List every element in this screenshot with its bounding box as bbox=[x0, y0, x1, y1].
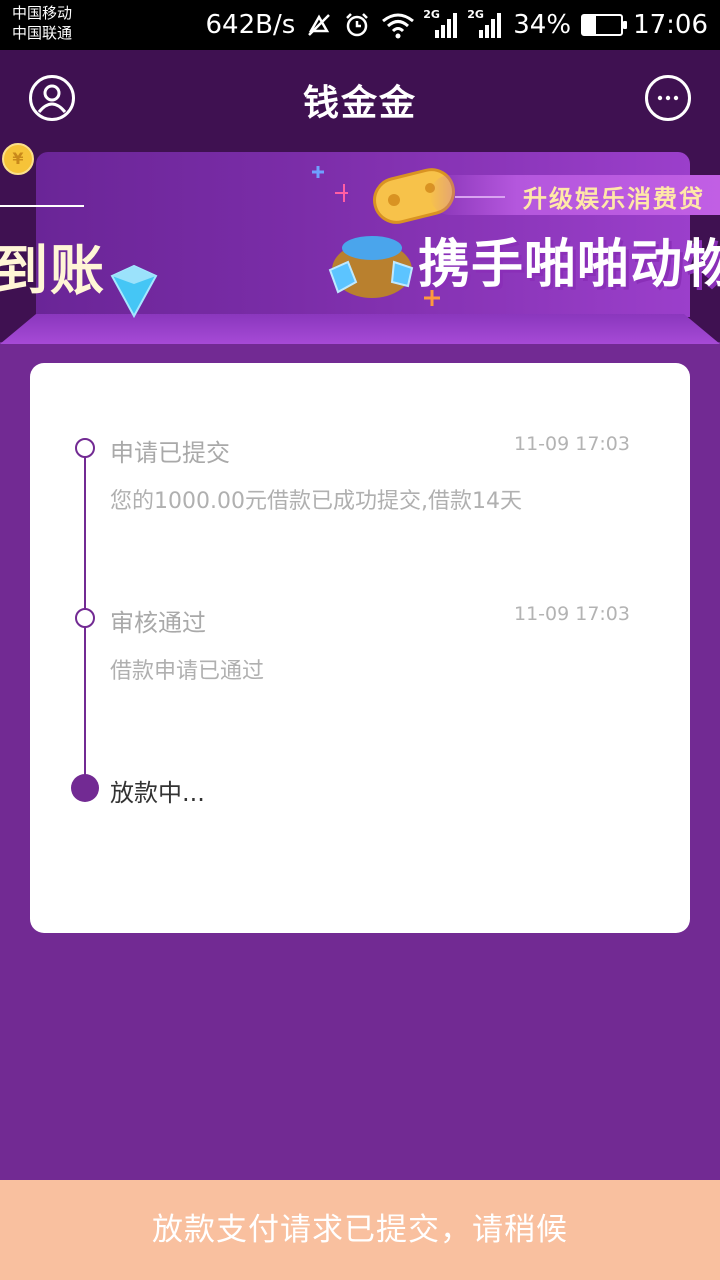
app-header: 钱金金 bbox=[0, 50, 720, 146]
vibrate-off-icon bbox=[305, 11, 333, 39]
carrier-names: 中国移动 中国联通 bbox=[12, 3, 72, 43]
step-desc-approved: 借款申请已通过 bbox=[110, 659, 265, 684]
coin-icon: ¥ bbox=[2, 143, 34, 175]
timeline-node-approved bbox=[75, 608, 95, 628]
banner-left-text: 到账 bbox=[0, 239, 106, 302]
banner-divider bbox=[0, 205, 84, 207]
step-title-approved: 审核通过 bbox=[110, 609, 206, 637]
battery-percent: 34% bbox=[513, 10, 572, 40]
diamond-icon bbox=[110, 264, 158, 319]
signal-2-icon: 2G bbox=[467, 8, 503, 38]
step-desc-submitted: 您的1000.00元借款已成功提交,借款14天 bbox=[110, 489, 522, 514]
alarm-icon bbox=[343, 11, 371, 39]
treasure-bag-icon bbox=[328, 236, 414, 298]
carrier-2: 中国联通 bbox=[12, 24, 73, 42]
step-title-disbursing: 放款中... bbox=[110, 779, 205, 807]
step-title-submitted: 申请已提交 bbox=[110, 439, 230, 467]
message-button[interactable] bbox=[645, 75, 691, 121]
clock: 17:06 bbox=[633, 10, 708, 40]
status-bar: 中国移动 中国联通 642B/s 2G 2G 34% 17:06 bbox=[0, 0, 720, 50]
timeline-node-disbursing bbox=[71, 774, 99, 802]
battery-icon bbox=[581, 14, 628, 36]
step-time-approved: 11-09 17:03 bbox=[513, 603, 630, 625]
banner-tag-text: 升级娱乐消费贷 bbox=[523, 185, 705, 213]
banner-headline: 携手啪啪动物 bbox=[418, 235, 720, 295]
carrier-1: 中国移动 bbox=[12, 4, 73, 22]
wifi-icon bbox=[381, 11, 415, 39]
step-time-submitted: 11-09 17:03 bbox=[513, 433, 630, 455]
battery-level bbox=[583, 16, 596, 34]
loan-progress-card: 申请已提交 11-09 17:03 您的1000.00元借款已成功提交,借款14… bbox=[30, 363, 690, 933]
banner-tag-line bbox=[455, 196, 505, 198]
timeline-node-submitted bbox=[75, 438, 95, 458]
status-message-bar: 放款支付请求已提交，请稍候 bbox=[0, 1180, 720, 1280]
status-icons: 642B/s 2G 2G 34% 17:06 bbox=[205, 0, 708, 50]
sparkle-icon bbox=[312, 166, 348, 202]
signal-1-icon: 2G bbox=[423, 8, 459, 38]
page-title: 钱金金 bbox=[302, 83, 417, 124]
chat-icon bbox=[657, 95, 679, 101]
net-speed: 642B/s bbox=[205, 10, 296, 40]
